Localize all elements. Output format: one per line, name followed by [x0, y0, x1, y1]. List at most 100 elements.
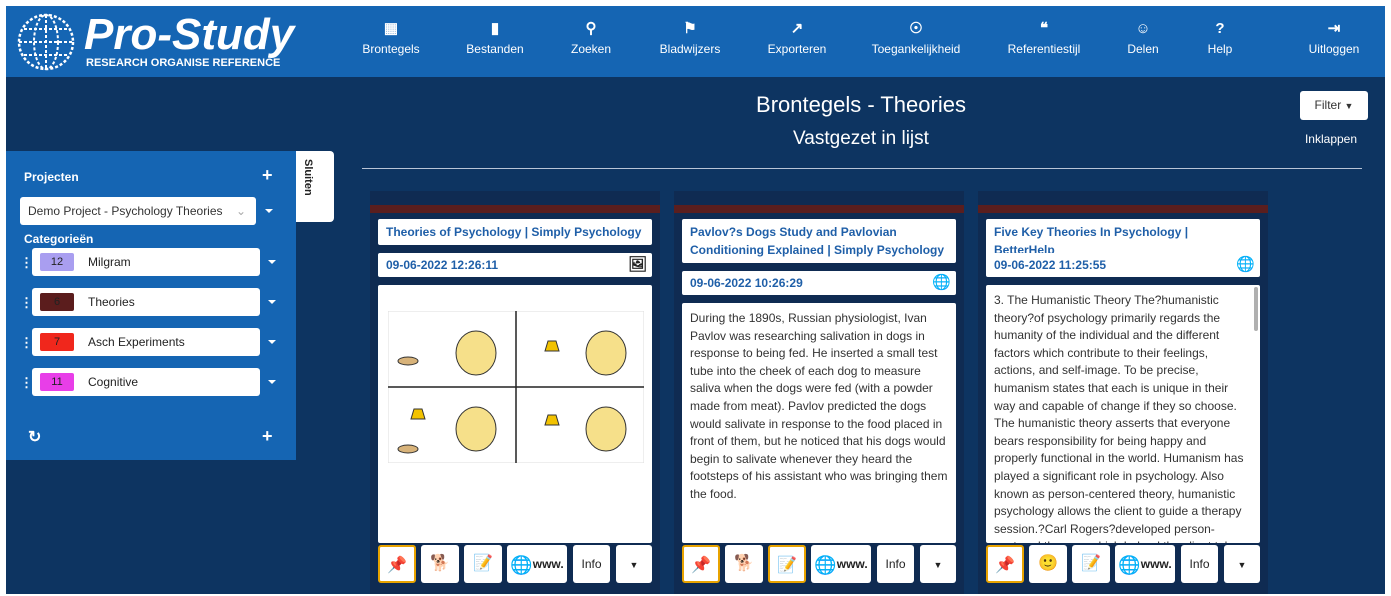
category-box[interactable]: 11 Cognitive: [32, 368, 260, 396]
category-menu-caret-icon[interactable]: [268, 340, 276, 344]
dog-icon: 🐕: [734, 555, 754, 572]
notes-icon: 📝: [473, 555, 493, 572]
notes-icon: 📝: [1081, 555, 1101, 572]
nav-label: Bladwijzers: [659, 42, 721, 56]
pin-button[interactable]: 📌: [682, 545, 720, 583]
pin-button[interactable]: 📌: [986, 545, 1024, 583]
card-title[interactable]: Theories of Psychology | Simply Psycholo…: [378, 219, 652, 245]
category-box[interactable]: 12 Milgram: [32, 248, 260, 276]
card-date-text: 09-06-2022 11:25:55: [994, 258, 1107, 272]
nav-zoeken[interactable]: ⚲ Zoeken: [566, 20, 616, 64]
category-row[interactable]: ⋮ 12 Milgram: [6, 248, 296, 276]
card-menu-button[interactable]: ▼: [1224, 545, 1260, 583]
project-select[interactable]: Demo Project - Psychology Theories ⌄: [20, 197, 256, 225]
caret-down-icon: ▼: [933, 560, 943, 570]
card-text: 3. The Humanistic Theory The?humanistic …: [994, 293, 1244, 543]
notes-button[interactable]: 📝: [1072, 545, 1110, 583]
scrollbar-thumb[interactable]: [1254, 287, 1258, 331]
nav-referentiestijl[interactable]: ❝ Referentiestijl: [1001, 20, 1087, 64]
pin-icon: 📌: [387, 557, 407, 574]
logo-subtitle: RESEARCH ORGANISE REFERENCE: [86, 57, 281, 69]
nav-label: Bestanden: [466, 42, 524, 56]
category-row[interactable]: ⋮ 7 Asch Experiments: [6, 328, 296, 356]
open-website-button[interactable]: 🌐www.: [507, 545, 567, 583]
collapse-link[interactable]: Inklappen: [1286, 132, 1376, 146]
nav-bladwijzers[interactable]: ⚑ Bladwijzers: [656, 20, 724, 64]
category-menu-caret-icon[interactable]: [268, 380, 276, 384]
export-icon: ↗: [790, 20, 804, 37]
source-card: Theories of Psychology | Simply Psycholo…: [370, 191, 660, 594]
category-box[interactable]: 7 Asch Experiments: [32, 328, 260, 356]
caret-down-icon: ▼: [629, 560, 639, 570]
quote-icon: ❝: [1039, 20, 1049, 37]
logo-title: Pro-Study: [84, 10, 295, 59]
jpg-file-icon: 🖼: [628, 256, 648, 273]
nav-bestanden[interactable]: ▮ Bestanden: [464, 20, 526, 64]
category-name: Cognitive: [88, 375, 139, 389]
card-menu-button[interactable]: ▼: [920, 545, 956, 583]
card-date-text: 09-06-2022 12:26:11: [386, 258, 499, 272]
nav-brontegels[interactable]: ▦ Brontegels: [360, 20, 422, 64]
category-color-bar: [674, 205, 964, 213]
open-website-button[interactable]: 🌐www.: [811, 545, 871, 583]
card-date: 09-06-2022 12:26:11 🖼: [378, 253, 652, 277]
card-toolbar: 📌 🙂 📝 🌐www. Info ▼: [986, 545, 1260, 583]
info-button[interactable]: Info: [1181, 545, 1218, 583]
info-button[interactable]: Info: [877, 545, 914, 583]
add-project-plus-icon[interactable]: +: [262, 165, 273, 186]
globe-icon: 🌐: [1118, 554, 1141, 575]
card-image-body[interactable]: [378, 285, 652, 543]
top-navigation-bar: Pro-Study RESEARCH ORGANISE REFERENCE ▦ …: [6, 6, 1385, 77]
pro-study-logo[interactable]: Pro-Study RESEARCH ORGANISE REFERENCE: [14, 10, 304, 74]
category-row[interactable]: ⋮ 11 Cognitive: [6, 368, 296, 396]
close-tab-label: Sluiten: [302, 159, 314, 196]
category-box[interactable]: 6 Theories: [32, 288, 260, 316]
card-menu-button[interactable]: ▼: [616, 545, 652, 583]
image-type-button[interactable]: 🐕: [725, 545, 763, 583]
card-text-body[interactable]: 3. The Humanistic Theory The?humanistic …: [986, 285, 1260, 543]
project-select-value: Demo Project - Psychology Theories: [28, 204, 223, 218]
info-button[interactable]: Info: [573, 545, 610, 583]
nav-label: Uitloggen: [1308, 42, 1360, 56]
question-icon: ?: [1215, 20, 1225, 37]
close-sidebar-tab[interactable]: Sluiten: [296, 151, 334, 222]
logout-icon: ⇥: [1327, 20, 1341, 37]
open-website-button[interactable]: 🌐www.: [1115, 545, 1175, 583]
nav-toegankelijkheid[interactable]: ☉ Toegankelijkheid: [864, 20, 968, 64]
project-menu-caret-icon[interactable]: [265, 209, 273, 213]
card-title[interactable]: Pavlov?s Dogs Study and Pavlovian Condit…: [682, 219, 956, 263]
www-label: www.: [1140, 557, 1172, 571]
nav-delen[interactable]: ☺ Delen: [1123, 20, 1163, 64]
category-menu-caret-icon[interactable]: [268, 260, 276, 264]
image-type-button[interactable]: 🙂: [1029, 545, 1067, 583]
card-text-body[interactable]: During the 1890s, Russian physiologist, …: [682, 303, 956, 543]
globe-icon: 🌐: [510, 554, 533, 575]
notes-button[interactable]: 📝: [768, 545, 806, 583]
chevron-down-icon: ⌄: [235, 204, 246, 218]
image-type-button[interactable]: 🐕: [421, 545, 459, 583]
projects-heading: Projecten: [24, 170, 79, 184]
refresh-icon[interactable]: ↻: [28, 427, 41, 447]
notes-button[interactable]: 📝: [464, 545, 502, 583]
globe-icon: 🌐: [932, 274, 951, 291]
nav-label: Toegankelijkheid: [871, 42, 961, 56]
page-title: Brontegels - Theories: [756, 92, 966, 117]
category-menu-caret-icon[interactable]: [268, 300, 276, 304]
category-count-badge: 7: [40, 333, 74, 351]
add-category-plus-icon[interactable]: +: [262, 426, 273, 447]
nav-uitloggen[interactable]: ⇥ Uitloggen: [1306, 20, 1362, 64]
filter-button[interactable]: Filter ▼: [1300, 91, 1368, 120]
source-card: Five Key Theories In Psychology | Better…: [978, 191, 1268, 594]
nav-label: Help: [1207, 42, 1233, 56]
category-row[interactable]: ⋮ 6 Theories: [6, 288, 296, 316]
filter-label: Filter: [1314, 98, 1342, 112]
header-divider: [362, 168, 1362, 169]
www-label: www.: [836, 557, 868, 571]
card-toolbar: 📌 🐕 📝 🌐www. Info ▼: [378, 545, 652, 583]
pin-icon: 📌: [691, 557, 711, 574]
nav-help[interactable]: ? Help: [1202, 20, 1238, 64]
globe-logo-icon: [17, 13, 75, 71]
file-icon: ▮: [490, 20, 500, 37]
nav-exporteren[interactable]: ↗ Exporteren: [761, 20, 833, 64]
pin-button[interactable]: 📌: [378, 545, 416, 583]
